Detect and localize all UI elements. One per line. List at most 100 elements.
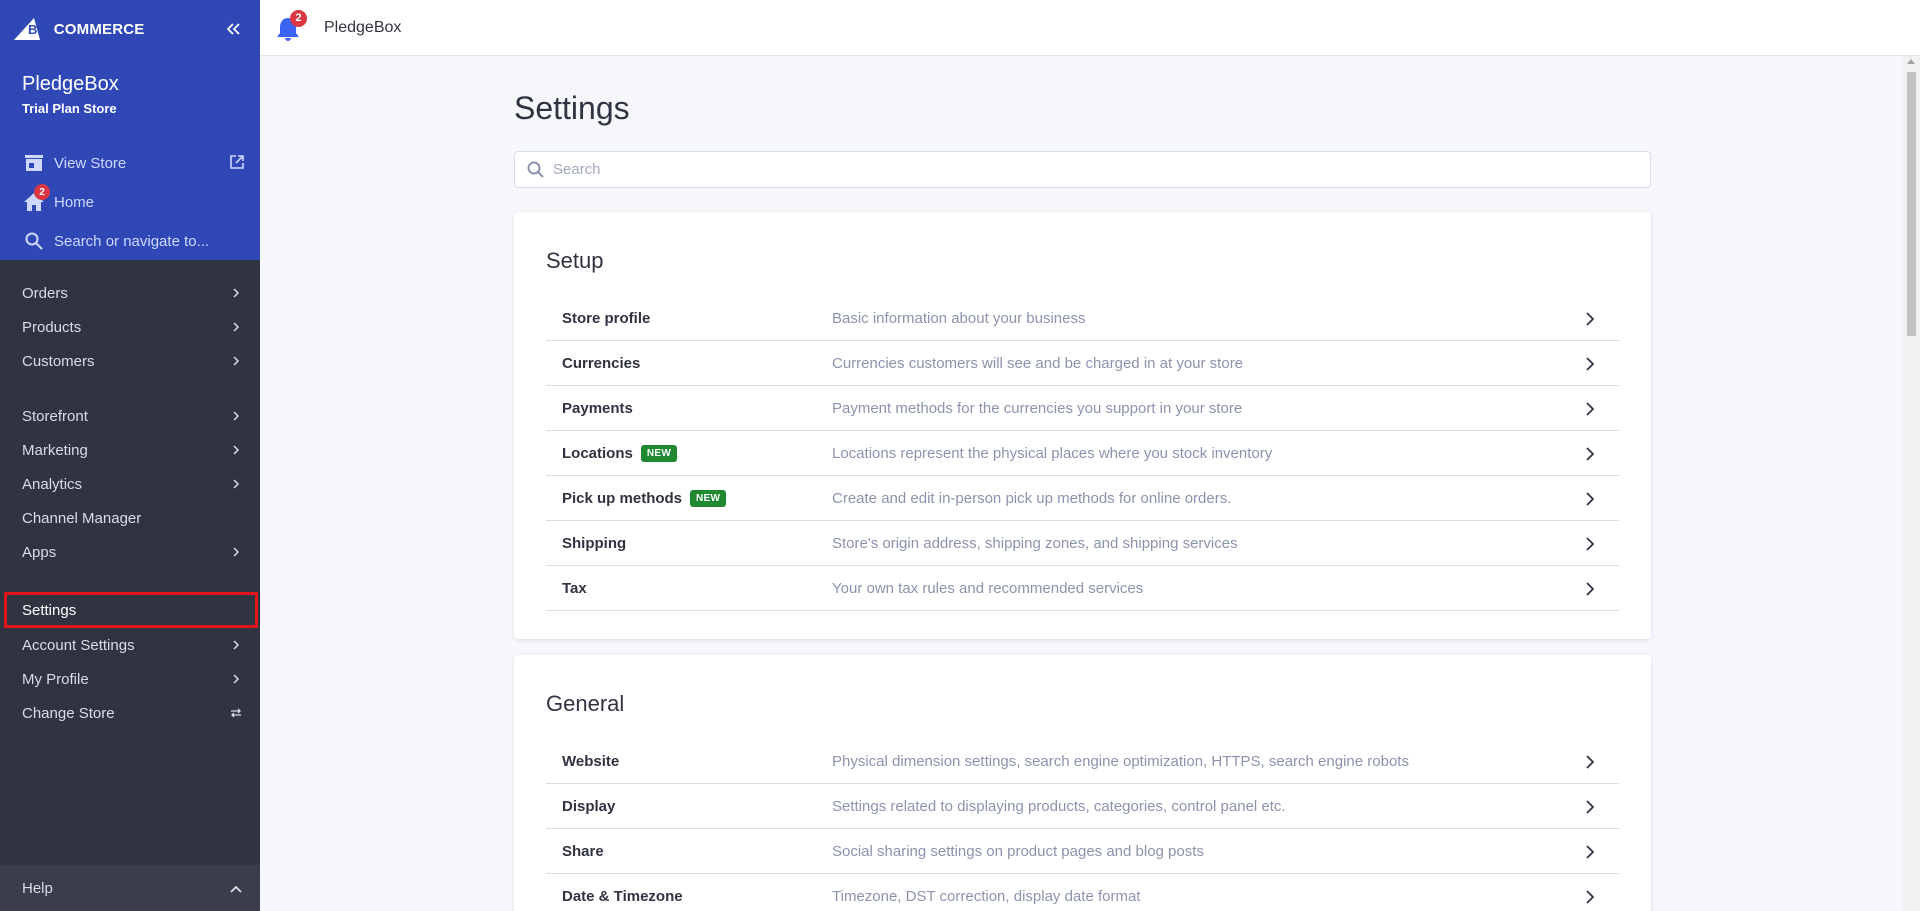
nav-my-profile[interactable]: My Profile <box>0 662 260 696</box>
row-description: Store's origin address, shipping zones, … <box>832 534 1238 552</box>
external-link-icon <box>230 155 244 173</box>
nav-label: Marketing <box>22 441 88 459</box>
notifications-badge: 2 <box>290 9 307 27</box>
settings-row-pick-up-methods[interactable]: Pick up methods NEW Create and edit in-pe… <box>546 476 1619 521</box>
search-icon <box>22 229 46 253</box>
storefront-icon <box>22 151 46 175</box>
row-name-text: Share <box>562 842 604 860</box>
row-description: Physical dimension settings, search engi… <box>832 752 1409 770</box>
settings-row-website[interactable]: Website Physical dimension settings, sea… <box>546 739 1619 784</box>
store-title: PledgeBox <box>324 18 402 36</box>
row-name: Display <box>546 798 832 815</box>
view-store-link[interactable]: View Store <box>22 151 244 175</box>
logo-prefix: BIG <box>28 21 52 37</box>
home-label: Home <box>54 193 95 211</box>
nav-label: Account Settings <box>22 636 135 654</box>
scrollbar-thumb[interactable] <box>1907 72 1916 336</box>
settings-row-currencies[interactable]: Currencies Currencies customers will see… <box>546 341 1619 386</box>
row-description: Payment methods for the currencies you s… <box>832 399 1243 417</box>
row-name: Payments <box>546 400 832 417</box>
nav-group-channels: Storefront Marketing Analytics Channel M… <box>0 399 260 569</box>
settings-row-display[interactable]: Display Settings related to displaying p… <box>546 784 1619 829</box>
nav-marketing[interactable]: Marketing <box>0 433 260 467</box>
chevron-right-icon <box>230 410 242 422</box>
nav-channel-manager[interactable]: Channel Manager <box>0 501 260 535</box>
row-name-text: Pick up methods <box>562 489 683 507</box>
section-title: Setup <box>546 248 604 273</box>
settings-row-tax[interactable]: Tax Your own tax rules and recommended s… <box>546 566 1619 611</box>
row-description: Create and edit in-person pick up method… <box>832 489 1232 507</box>
page-scrollbar[interactable] <box>1903 56 1920 911</box>
general-list: Website Physical dimension settings, sea… <box>546 739 1619 911</box>
row-name: Date & Timezone <box>546 888 832 905</box>
row-name-text: Display <box>562 797 616 815</box>
store-name: PledgeBox <box>22 73 119 95</box>
collapse-sidebar-button[interactable] <box>224 20 246 42</box>
chevron-right-icon <box>1586 582 1595 596</box>
page-title: Settings <box>514 90 630 126</box>
swap-arrows-icon <box>230 707 242 719</box>
row-description: Basic information about your business <box>832 309 1086 327</box>
nav-settings[interactable]: Settings <box>4 592 258 628</box>
nav-account-settings[interactable]: Account Settings <box>0 628 260 662</box>
row-name: Website <box>546 753 832 770</box>
nav-label: Apps <box>22 543 57 561</box>
row-description: Your own tax rules and recommended servi… <box>832 579 1144 597</box>
settings-search[interactable] <box>514 151 1651 188</box>
nav-apps[interactable]: Apps <box>0 535 260 569</box>
section-title: General <box>546 691 625 716</box>
settings-row-locations[interactable]: Locations NEW Locations represent the phy… <box>546 431 1619 476</box>
settings-row-store-profile[interactable]: Store profile Basic information about yo… <box>546 296 1619 341</box>
chevron-right-icon <box>1586 800 1595 814</box>
settings-row-payments[interactable]: Payments Payment methods for the currenc… <box>546 386 1619 431</box>
logo-suffix: COMMERCE <box>53 20 145 38</box>
chevron-right-icon <box>1586 402 1595 416</box>
nav-change-store[interactable]: Change Store <box>0 696 260 730</box>
chevron-right-icon <box>1586 312 1595 326</box>
nav-storefront[interactable]: Storefront <box>0 399 260 433</box>
new-badge: NEW <box>690 489 727 507</box>
row-description: Currencies customers will see and be cha… <box>832 354 1244 372</box>
sidebar: BIG COMMERCE PledgeBox Trial Plan Store … <box>0 0 260 911</box>
chevron-right-icon <box>230 287 242 299</box>
nav-products[interactable]: Products <box>0 310 260 344</box>
chevron-right-icon <box>230 478 242 490</box>
home-link[interactable]: 2 Home <box>22 184 95 214</box>
setup-list: Store profile Basic information about yo… <box>546 296 1619 611</box>
settings-search-input[interactable] <box>553 161 1633 178</box>
row-name-text: Date & Timezone <box>562 887 683 905</box>
store-plan: Trial Plan Store <box>22 101 117 116</box>
row-name: Store profile <box>546 310 832 327</box>
settings-row-share[interactable]: Share Social sharing settings on product… <box>546 829 1619 874</box>
row-name-text: Shipping <box>562 534 627 552</box>
row-description: Settings related to displaying products,… <box>832 797 1286 815</box>
nav-customers[interactable]: Customers <box>0 344 260 378</box>
nav-label: Analytics <box>22 475 83 493</box>
help-button[interactable]: Help <box>0 865 260 911</box>
nav-analytics[interactable]: Analytics <box>0 467 260 501</box>
notifications-button[interactable]: 2 <box>276 9 307 42</box>
home-notification-badge: 2 <box>34 184 50 200</box>
row-name-text: Tax <box>562 579 587 597</box>
row-name: Share <box>546 843 832 860</box>
chevron-up-icon <box>230 880 242 897</box>
scroll-up-arrow-icon[interactable] <box>1907 59 1915 64</box>
bigcommerce-logo[interactable]: BIG COMMERCE <box>14 16 144 42</box>
new-badge: NEW <box>640 444 678 462</box>
sidebar-search[interactable]: Search or navigate to... <box>22 229 209 253</box>
double-chevron-left-icon <box>226 23 240 35</box>
nav-orders[interactable]: Orders <box>0 276 260 310</box>
chevron-right-icon <box>230 321 242 333</box>
row-name-text: Payments <box>562 399 633 417</box>
chevron-right-icon <box>230 673 242 685</box>
general-card: General Website Physical dimension setti… <box>514 655 1651 911</box>
row-description: Timezone, DST correction, display date f… <box>832 887 1141 905</box>
view-store-label: View Store <box>54 154 127 172</box>
settings-row-shipping[interactable]: Shipping Store's origin address, shippin… <box>546 521 1619 566</box>
nav-label: My Profile <box>22 670 89 688</box>
row-name-text: Website <box>562 752 620 770</box>
settings-row-date-timezone[interactable]: Date & Timezone Timezone, DST correction… <box>546 874 1619 911</box>
nav-label: Orders <box>22 284 68 302</box>
row-name: Pick up methods NEW <box>546 489 832 507</box>
help-label: Help <box>22 879 53 897</box>
